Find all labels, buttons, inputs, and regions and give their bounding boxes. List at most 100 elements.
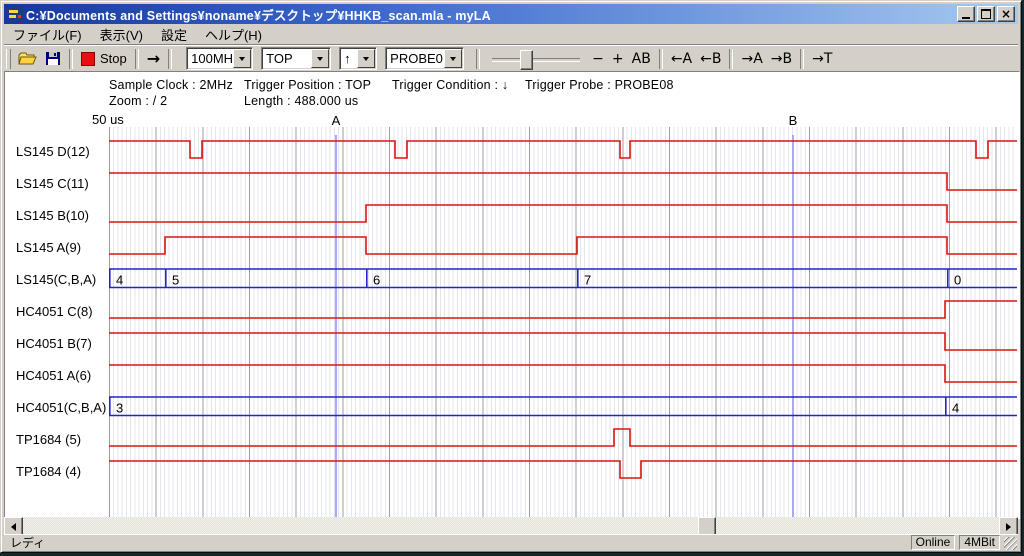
bus-value: 6 [373, 273, 380, 288]
maximize-icon [981, 9, 991, 19]
menu-bar: ファイル(F) 表示(V) 設定 ヘルプ(H) [4, 25, 1018, 44]
marker-a-label: A [330, 113, 342, 128]
sample-rate-combo[interactable]: 100MHz [186, 47, 253, 70]
sample-rate-value: 100MHz [187, 51, 232, 66]
zoom-slider[interactable] [490, 49, 582, 69]
toolbar-separator [800, 49, 804, 69]
waveform-traces: 4 5 6 7 0 3 4 [109, 127, 1017, 517]
bus-value: 3 [116, 401, 123, 416]
menu-view[interactable]: 表示(V) [91, 24, 152, 45]
marker-b-label: B [787, 113, 799, 128]
digital-trace [109, 461, 1017, 478]
digital-trace [109, 333, 1017, 350]
slider-thumb[interactable] [520, 50, 533, 70]
run-button[interactable]: → [143, 48, 164, 70]
title-bar[interactable]: C:¥Documents and Settings¥noname¥デスクトップ¥… [4, 4, 1018, 24]
toolbar: Stop → 100MHz TOP ↑ PROBE00 [4, 44, 1018, 72]
channel-label: TP1684 (4) [16, 464, 81, 480]
resize-grip[interactable] [1004, 537, 1017, 550]
toolbar-separator [476, 49, 480, 69]
length-text: Length : 488.000 us [244, 94, 358, 108]
menu-file[interactable]: ファイル(F) [4, 24, 91, 45]
goto-marker-b-left-button[interactable]: ←B [696, 48, 725, 70]
digital-trace [109, 173, 1017, 190]
save-floppy-icon [45, 51, 61, 66]
stop-icon [81, 52, 95, 66]
digital-trace [109, 141, 1017, 158]
status-online-badge: Online [911, 535, 956, 550]
close-button[interactable]: × [997, 6, 1015, 22]
channel-label: HC4051 B(7) [16, 336, 92, 352]
stop-label: Stop [100, 51, 127, 66]
status-bar: レディ Online 4MBit [4, 534, 1018, 550]
menu-settings[interactable]: 設定 [152, 24, 196, 45]
close-icon: × [1001, 9, 1011, 19]
digital-trace [109, 205, 1017, 222]
save-button[interactable] [41, 48, 65, 70]
channel-label: LS145 B(10) [16, 208, 89, 224]
chevron-down-icon[interactable] [357, 49, 375, 68]
trigger-condition-text: Trigger Condition : ↓ [392, 78, 508, 92]
waveform-plot[interactable]: 4 5 6 7 0 3 4 [109, 127, 1017, 517]
trigger-edge-combo[interactable]: ↑ [339, 47, 377, 70]
bus-value: 4 [952, 401, 959, 416]
open-folder-icon [18, 51, 37, 66]
goto-marker-b-right-button[interactable]: →B [767, 48, 796, 70]
goto-marker-a-right-button[interactable]: →A [737, 48, 766, 70]
channel-label: LS145(C,B,A) [16, 272, 96, 288]
slider-track[interactable] [492, 58, 580, 62]
minimize-button[interactable] [957, 6, 975, 22]
arrow-left-icon [11, 523, 16, 531]
open-button[interactable] [14, 48, 41, 70]
trigger-position-value: TOP [262, 51, 310, 66]
toolbar-separator [729, 49, 733, 69]
chevron-down-icon[interactable] [233, 49, 251, 68]
channel-label: HC4051 C(8) [16, 304, 93, 320]
stop-button[interactable]: Stop [77, 48, 131, 70]
channel-label: HC4051 A(6) [16, 368, 91, 384]
status-ready-text: レディ [4, 534, 911, 551]
chevron-down-icon[interactable] [444, 49, 462, 68]
desktop-background: C:¥Documents and Settings¥noname¥デスクトップ¥… [0, 0, 1024, 556]
zoom-text: Zoom : / 2 [109, 94, 167, 108]
channel-label: LS145 C(11) [16, 176, 89, 192]
trigger-position-text: Trigger Position : TOP [244, 78, 371, 92]
goto-trigger-button[interactable]: →T [808, 48, 836, 70]
toolbar-separator [69, 49, 73, 69]
digital-trace [109, 365, 1017, 382]
channel-label: LS145 A(9) [16, 240, 81, 256]
time-scale-label: 50 us [92, 112, 124, 127]
bus-trace [109, 397, 1017, 416]
bus-value: 4 [116, 273, 123, 288]
zoom-in-button[interactable]: + [608, 48, 628, 70]
probe-combo[interactable]: PROBE00 [385, 47, 464, 70]
sample-clock-text: Sample Clock : 2MHz [109, 78, 233, 92]
digital-trace [109, 429, 1017, 446]
toolbar-separator [168, 49, 172, 69]
menu-help[interactable]: ヘルプ(H) [196, 24, 271, 45]
toolbar-separator [135, 49, 139, 69]
horizontal-scrollbar[interactable] [4, 517, 1018, 534]
channel-label: HC4051(C,B,A) [16, 400, 106, 416]
trigger-edge-value: ↑ [340, 51, 356, 66]
ab-range-button[interactable]: AB [628, 48, 655, 70]
app-window: C:¥Documents and Settings¥noname¥デスクトップ¥… [0, 0, 1022, 553]
waveform-client-area: Sample Clock : 2MHz Trigger Position : T… [4, 71, 1020, 519]
zoom-out-button[interactable]: − [588, 48, 608, 70]
bus-value: 0 [954, 273, 961, 288]
arrow-right-icon [1006, 523, 1011, 531]
bus-value: 5 [172, 273, 179, 288]
bus-value: 7 [584, 273, 591, 288]
chevron-down-icon[interactable] [311, 49, 329, 68]
capture-info-line2: Zoom : / 2 Length : 488.000 us [5, 94, 1019, 110]
trigger-position-combo[interactable]: TOP [261, 47, 331, 70]
run-arrow-icon: → [147, 49, 160, 68]
digital-trace [109, 301, 1017, 318]
minimize-icon [962, 17, 970, 19]
window-title: C:¥Documents and Settings¥noname¥デスクトップ¥… [26, 5, 491, 24]
maximize-button[interactable] [977, 6, 995, 22]
toolbar-grip[interactable] [6, 49, 11, 69]
goto-marker-a-left-button[interactable]: ←A [667, 48, 696, 70]
trigger-probe-text: Trigger Probe : PROBE08 [525, 78, 674, 92]
probe-value: PROBE00 [386, 51, 443, 66]
